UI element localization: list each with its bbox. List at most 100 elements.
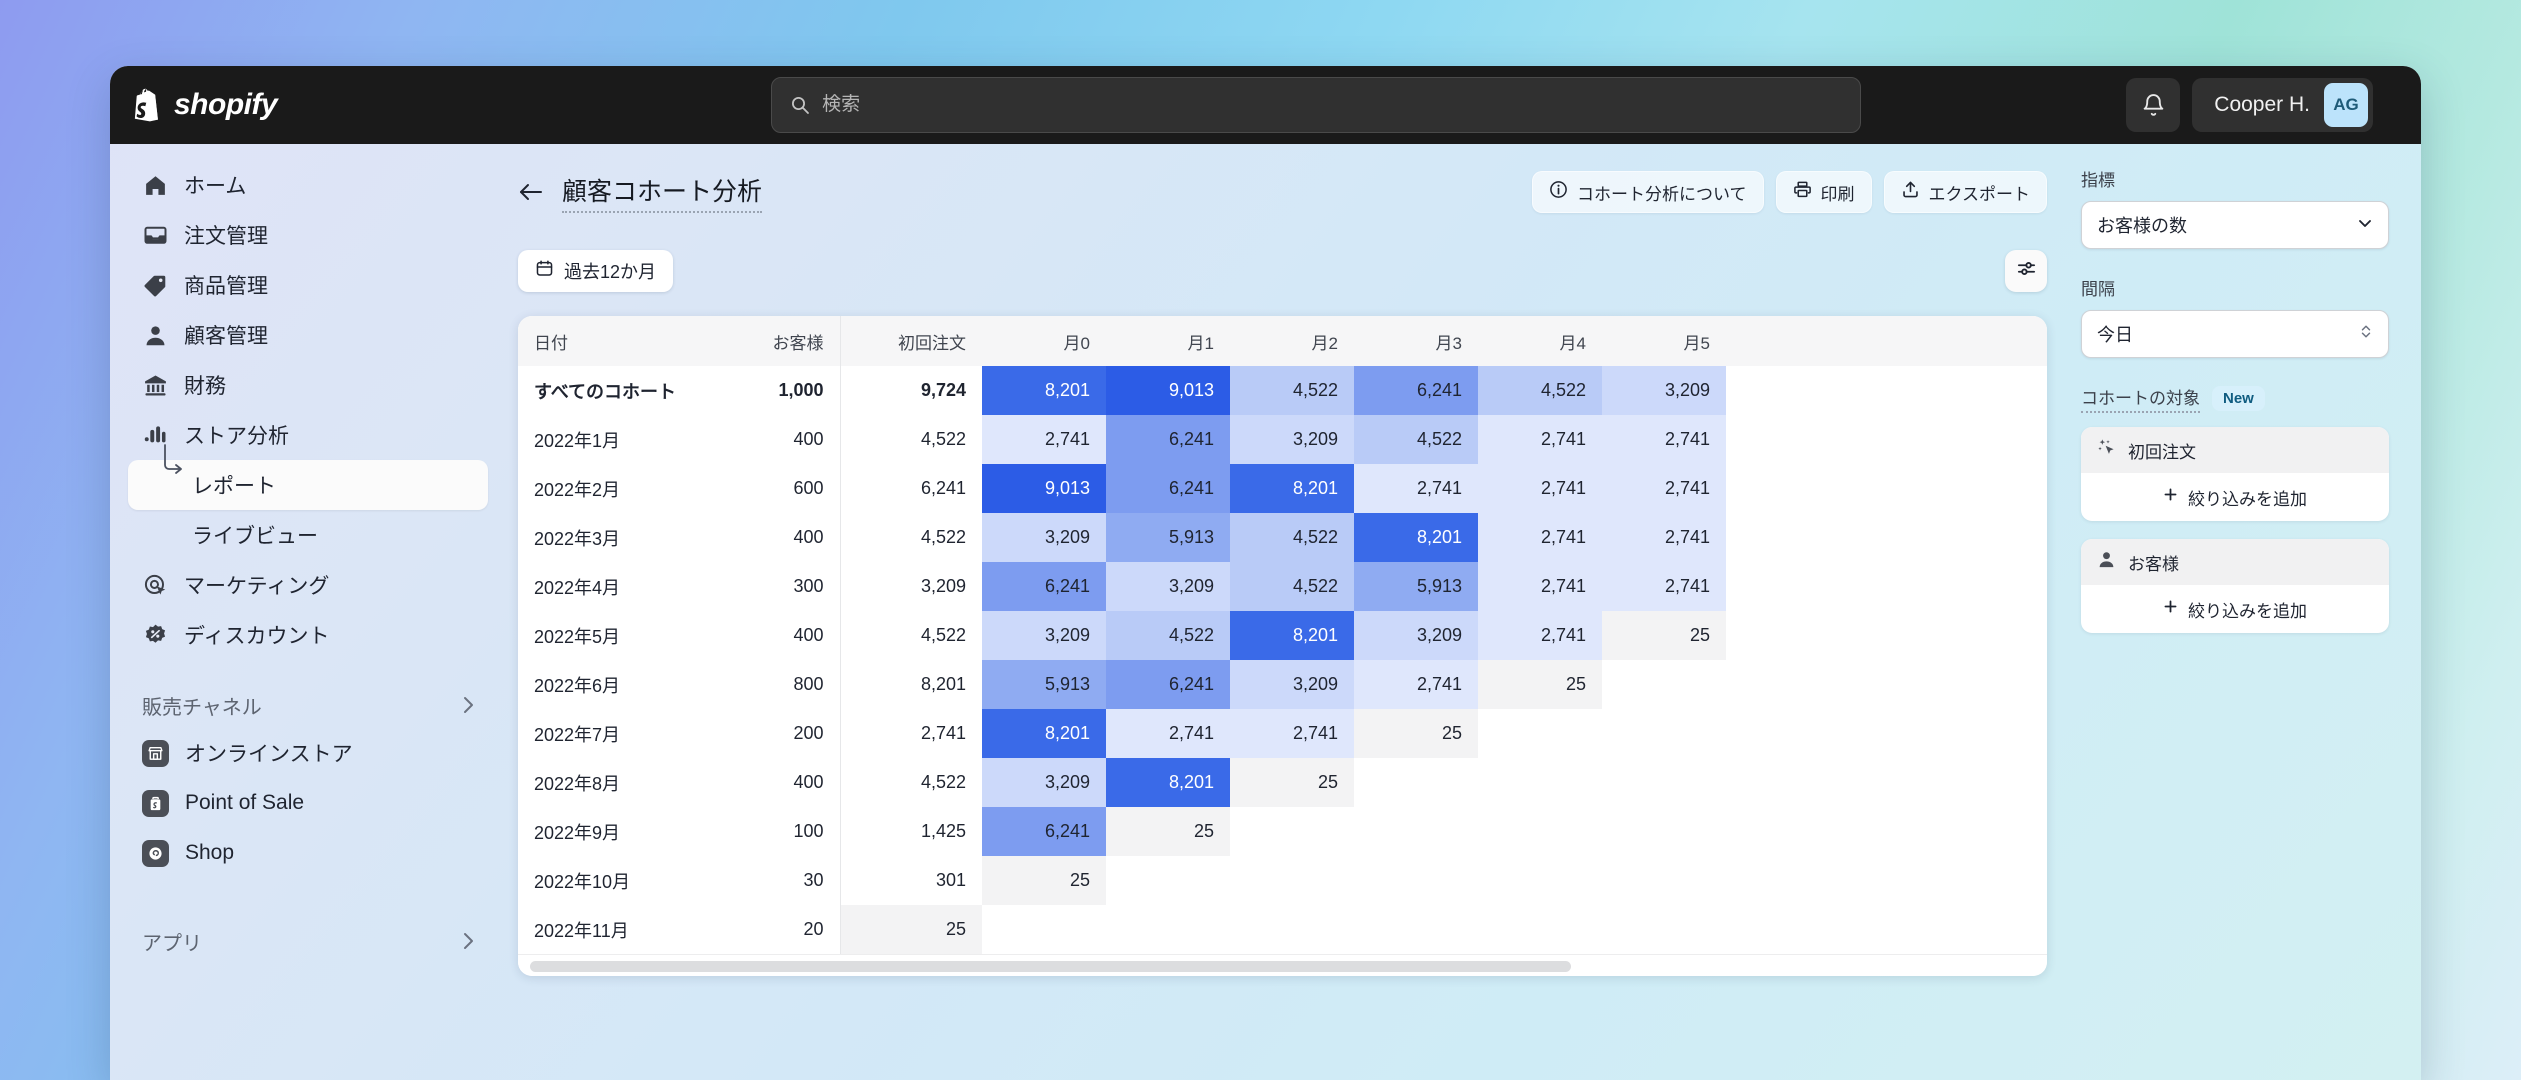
table-row[interactable]: 2022年7月 200 2,741 8,201 2,741 2,741 25 xyxy=(518,709,2047,758)
cell-spacer xyxy=(1726,513,2047,562)
user-menu-button[interactable]: Cooper H. AG xyxy=(2192,78,2373,132)
column-header-7[interactable]: 月3 xyxy=(1354,316,1478,366)
sales-channel-item-1[interactable]: オンラインストア xyxy=(128,728,488,778)
sidebar-item-label: 商品管理 xyxy=(184,275,268,298)
sidebar-item-6[interactable]: ストア分析 xyxy=(128,410,488,460)
cell-first-order: 4,522 xyxy=(920,527,966,547)
cell-month-5 xyxy=(1602,905,1726,954)
table-row[interactable]: すべてのコホート 1,000 9,724 8,201 9,013 4,522 6,241 4,… xyxy=(518,366,2047,415)
shopify-logo[interactable]: shopify xyxy=(110,88,506,122)
sliders-icon xyxy=(2016,258,2037,284)
cell-customers: 300 xyxy=(718,562,841,611)
search-box[interactable] xyxy=(771,77,1862,133)
sidebar-item-label: 財務 xyxy=(184,375,226,398)
table-row[interactable]: 2022年3月 400 4,522 3,209 5,913 4,522 8,201 2,741… xyxy=(518,513,2047,562)
cell-month-2: 3,209 xyxy=(1230,660,1354,709)
back-arrow-icon[interactable] xyxy=(518,181,544,203)
sidebar-item-9[interactable]: マーケティング xyxy=(128,560,488,610)
filter-group-customers: お客様 絞り込みを追加 xyxy=(2081,539,2389,633)
cell-first-order: 1,425 xyxy=(920,821,966,841)
main-content: 顧客コホート分析 コホート分析について 印刷 エクスポート 過去12か月 日付 … xyxy=(506,144,2081,1080)
column-header-8[interactable]: 月4 xyxy=(1478,316,1602,366)
sidebar-item-2[interactable]: 注文管理 xyxy=(128,210,488,260)
cell-month-5 xyxy=(1602,709,1726,758)
apps-header[interactable]: アプリ xyxy=(128,918,488,964)
cell-month-2 xyxy=(1230,905,1354,954)
column-header-4[interactable]: 月0 xyxy=(982,316,1106,366)
print-button[interactable]: 印刷 xyxy=(1775,171,1872,213)
interval-select[interactable]: 今日 xyxy=(2081,310,2389,358)
sales-channel-item-3[interactable]: Shop xyxy=(128,828,488,878)
search-icon xyxy=(790,95,810,115)
table-row[interactable]: 2022年11月 20 25 xyxy=(518,905,2047,954)
home-icon xyxy=(142,172,168,198)
cell-month-1: 8,201 xyxy=(1106,758,1230,807)
table-row[interactable]: 2022年9月 100 1,425 6,241 25 xyxy=(518,807,2047,856)
cell-month-0: 3,209 xyxy=(982,758,1106,807)
table-row[interactable]: 2022年1月 400 4,522 2,741 6,241 3,209 4,522 2,741… xyxy=(518,415,2047,464)
shopify-bag-icon xyxy=(132,88,162,122)
cell-month-1 xyxy=(1106,856,1230,905)
cell-month-5 xyxy=(1602,856,1726,905)
sidebar-item-4[interactable]: 顧客管理 xyxy=(128,310,488,360)
column-header-1[interactable]: 日付 xyxy=(518,316,718,366)
sidebar-item-10[interactable]: ディスカウント xyxy=(128,610,488,660)
cell-month-0: 9,013 xyxy=(982,464,1106,513)
about-cohort-analysis-button[interactable]: コホート分析について xyxy=(1532,171,1764,213)
sidebar-item-5[interactable]: 財務 xyxy=(128,360,488,410)
column-header-spacer xyxy=(1726,316,2047,366)
table-toolbar: 過去12か月 xyxy=(518,248,2047,294)
cell-customers: 800 xyxy=(718,660,841,709)
column-header-5[interactable]: 月1 xyxy=(1106,316,1230,366)
column-header-9[interactable]: 月5 xyxy=(1602,316,1726,366)
sidebar-item-3[interactable]: 商品管理 xyxy=(128,260,488,310)
cell-month-3 xyxy=(1354,807,1478,856)
export-button[interactable]: エクスポート xyxy=(1883,171,2047,213)
column-header-6[interactable]: 月2 xyxy=(1230,316,1354,366)
notifications-button[interactable] xyxy=(2126,78,2181,132)
search-input[interactable] xyxy=(822,94,1843,116)
table-row[interactable]: 2022年5月 400 4,522 3,209 4,522 8,201 3,209 2,741… xyxy=(518,611,2047,660)
scrollbar-thumb[interactable] xyxy=(530,961,1571,972)
metric-select[interactable]: お客様の数 xyxy=(2081,201,2389,249)
table-row[interactable]: 2022年6月 800 8,201 5,913 6,241 3,209 2,741 25 xyxy=(518,660,2047,709)
sales-channel-label: オンラインストア xyxy=(185,743,353,766)
cell-month-4: 2,741 xyxy=(1478,611,1602,660)
cell-month-4 xyxy=(1478,709,1602,758)
settings-panel: 指標 お客様の数 間隔 今日 コホートの対象 New 初回注文 絞り込みを追加 … xyxy=(2081,144,2421,1080)
sales-channel-label: Point of Sale xyxy=(185,791,305,814)
cell-month-5: 2,741 xyxy=(1602,513,1726,562)
table-row[interactable]: 2022年2月 600 6,241 9,013 6,241 8,201 2,741 2,741… xyxy=(518,464,2047,513)
chevron-up-down-icon xyxy=(2359,322,2373,346)
date-range-button[interactable]: 過去12か月 xyxy=(518,250,674,292)
cell-customers: 400 xyxy=(718,758,841,807)
table-settings-button[interactable] xyxy=(2005,250,2047,292)
table-row[interactable]: 2022年10月 30 301 25 xyxy=(518,856,2047,905)
sales-channels-header[interactable]: 販売チャネル xyxy=(128,682,488,728)
sidebar-item-1[interactable]: ホーム xyxy=(128,160,488,210)
cell-month-1: 5,913 xyxy=(1106,513,1230,562)
cell-month-0: 6,241 xyxy=(982,807,1106,856)
print-label: 印刷 xyxy=(1820,184,1855,204)
table-row[interactable]: 2022年4月 300 3,209 6,241 3,209 4,522 5,913 2,741… xyxy=(518,562,2047,611)
cell-month-3 xyxy=(1354,905,1478,954)
horizontal-scrollbar[interactable] xyxy=(518,954,2047,976)
sidebar-item-8[interactable]: ライブビュー xyxy=(128,510,488,560)
cell-spacer xyxy=(1726,905,2047,954)
cell-month-4: 4,522 xyxy=(1478,366,1602,415)
add-filter-button[interactable]: 絞り込みを追加 xyxy=(2081,585,2389,633)
cell-first-order: 301 xyxy=(935,870,966,890)
cell-spacer xyxy=(1726,807,2047,856)
cell-first-order: 6,241 xyxy=(920,478,966,498)
add-filter-button[interactable]: 絞り込みを追加 xyxy=(2081,473,2389,521)
sidebar-item-label: ディスカウント xyxy=(184,625,330,648)
table-row[interactable]: 2022年8月 400 4,522 3,209 8,201 25 xyxy=(518,758,2047,807)
cell-month-4: 25 xyxy=(1478,660,1602,709)
column-header-2[interactable]: お客様 xyxy=(718,316,841,366)
cell-month-2: 4,522 xyxy=(1230,366,1354,415)
sales-channel-item-2[interactable]: Point of Sale xyxy=(128,778,488,828)
sidebar-item-7[interactable]: レポート xyxy=(128,444,488,510)
marketing-icon xyxy=(142,572,168,598)
column-header-3[interactable]: 初回注文 xyxy=(840,316,982,366)
cell-date: すべてのコホート xyxy=(534,381,677,402)
